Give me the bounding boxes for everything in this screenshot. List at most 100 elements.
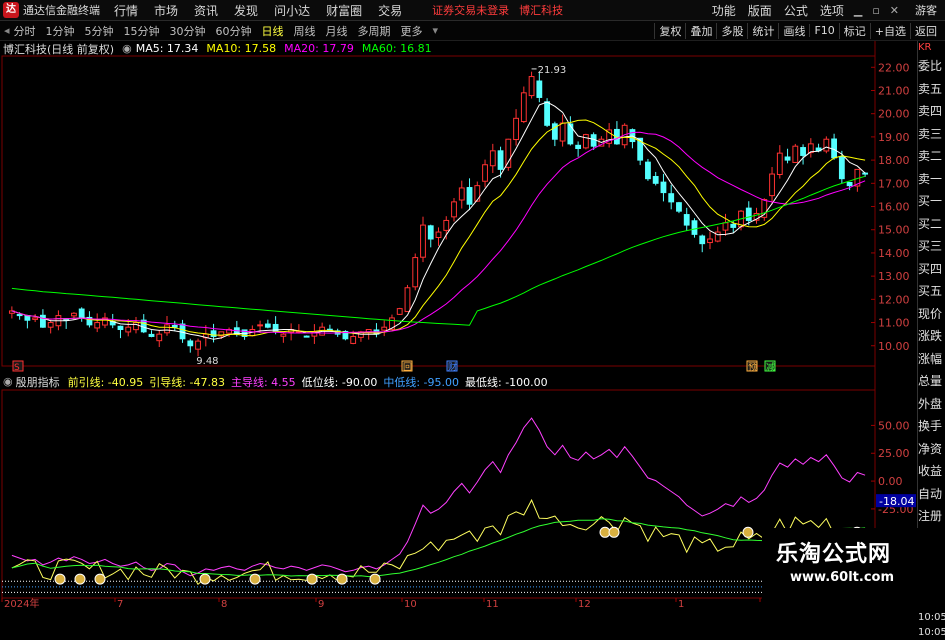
date-label: 8 <box>221 599 227 609</box>
event-marker-3: 预 <box>748 362 757 373</box>
side-panel-item[interactable]: 10:05 <box>918 625 945 640</box>
candle-body <box>32 317 39 320</box>
side-panel-item[interactable]: 涨幅 <box>918 348 945 371</box>
candle-body <box>280 333 287 337</box>
side-panel-item[interactable]: 自动 <box>918 483 945 506</box>
candle-body <box>645 161 651 180</box>
ind-current-value: -18.04 <box>879 495 914 508</box>
main-ind-line <box>11 417 866 577</box>
buy-signal-icon <box>94 573 106 585</box>
side-panel-item[interactable]: 买一 <box>918 190 945 213</box>
candle-body <box>264 323 271 328</box>
low-annotation: 9.48 <box>196 356 218 367</box>
price-tick-label: 13.00 <box>878 270 910 283</box>
date-label: 1 <box>678 599 684 609</box>
candle-body <box>792 145 799 163</box>
side-panel-item[interactable]: 10:05 <box>918 610 945 625</box>
candle-body <box>94 322 101 329</box>
candle-body <box>396 308 403 315</box>
candle-body <box>707 238 713 244</box>
side-panel-item[interactable]: 外盘 <box>918 393 945 416</box>
candle-body <box>676 202 682 212</box>
buy-signal-icon <box>742 526 754 538</box>
price-chart[interactable]: 22.00 21.00 20.00 19.00 18.00 17.00 16.00 15.00… <box>0 0 945 609</box>
side-panel-item[interactable]: 注册 <box>918 505 945 528</box>
candle-body <box>559 122 566 142</box>
buy-signal-icon <box>608 526 620 538</box>
indicator-name: 殷朋指标 <box>15 375 60 389</box>
event-marker-4: 减 <box>766 361 775 373</box>
price-tick-label: 12.00 <box>878 293 910 306</box>
side-panel-item[interactable]: 买五 <box>918 280 945 303</box>
candle-body <box>474 185 481 202</box>
side-panel-item[interactable]: 卖一 <box>918 168 945 191</box>
ind-main-line: 主导线: 4.55 <box>230 375 296 389</box>
candle-body <box>660 181 667 194</box>
candle-body <box>179 323 186 340</box>
date-label: 12 <box>578 599 591 609</box>
candle-body <box>482 164 488 182</box>
price-tick-label: 11.00 <box>878 317 910 330</box>
candle-body <box>544 101 550 126</box>
side-panel-item[interactable]: 买二 <box>918 213 945 236</box>
watermark-title: 乐淘公式网 <box>776 542 892 567</box>
candle-body <box>164 324 170 334</box>
event-marker-2: 财 <box>448 361 457 373</box>
side-panel-item[interactable]: 买四 <box>918 258 945 281</box>
candle-body <box>528 76 535 97</box>
event-marker-1: 回 <box>403 362 412 373</box>
price-tick-label: 21.00 <box>878 84 910 97</box>
buy-signal-icon <box>54 573 66 585</box>
indicator-pane-border <box>1 389 876 599</box>
price-tick-label: 17.00 <box>878 177 910 190</box>
side-panel-item[interactable]: 卖五 <box>918 78 945 101</box>
candle-body <box>800 147 806 156</box>
side-panel-item[interactable]: 总量 <box>918 370 945 393</box>
candle-body <box>171 324 178 328</box>
candle-body <box>272 323 279 333</box>
candle-body <box>458 187 465 201</box>
candle-body <box>148 333 155 337</box>
indicator-settings-icon[interactable]: ◉ <box>3 375 13 388</box>
watermark-url: www.60lt.com <box>790 570 895 585</box>
candle-body <box>668 193 675 203</box>
candle-body <box>40 314 46 328</box>
candle-body <box>195 340 201 350</box>
price-tick-label: 19.00 <box>878 131 910 144</box>
candle-body <box>567 123 574 145</box>
side-panel-item[interactable]: 现价 <box>918 303 945 326</box>
side-panel-item[interactable]: 换手 <box>918 415 945 438</box>
candle-body <box>691 220 698 235</box>
price-tick-label: 18.00 <box>878 154 910 167</box>
side-panel-item[interactable]: 卖四 <box>918 100 945 123</box>
candle-body <box>133 322 139 331</box>
front-ind-line <box>11 498 866 586</box>
side-panel-item[interactable]: 收益 <box>918 460 945 483</box>
candle-body <box>520 92 527 123</box>
candle-body <box>536 80 543 98</box>
ind-low-line: 低位线: -90.00 <box>301 375 378 389</box>
candle-body <box>745 207 752 221</box>
candle-body <box>24 315 31 321</box>
side-panel-item[interactable]: 净资 <box>918 438 945 461</box>
buy-signal-icon <box>369 573 381 585</box>
candle-body <box>451 201 457 218</box>
side-panel-item[interactable]: 买三 <box>918 235 945 258</box>
date-label: 9 <box>318 599 324 609</box>
candle-body <box>683 214 690 226</box>
candle-body <box>420 224 426 258</box>
candle-body <box>513 117 519 141</box>
date-label: 10 <box>404 599 417 609</box>
side-panel-item[interactable]: 涨跌 <box>918 325 945 348</box>
candle-body <box>846 181 853 187</box>
side-panel-item[interactable]: KR <box>918 41 945 55</box>
side-panel-item[interactable]: 卖二 <box>918 145 945 168</box>
ind-tick-label: 50.00 <box>878 419 910 432</box>
side-panel-item[interactable]: 委比 <box>918 55 945 78</box>
ind-guide-line: 引导线: -47.83 <box>149 375 225 389</box>
price-pane-border <box>1 55 876 367</box>
candle-body <box>16 314 23 317</box>
candle-body <box>117 325 124 331</box>
price-tick-label: 16.00 <box>878 201 910 214</box>
side-panel-item[interactable]: 卖三 <box>918 123 945 146</box>
